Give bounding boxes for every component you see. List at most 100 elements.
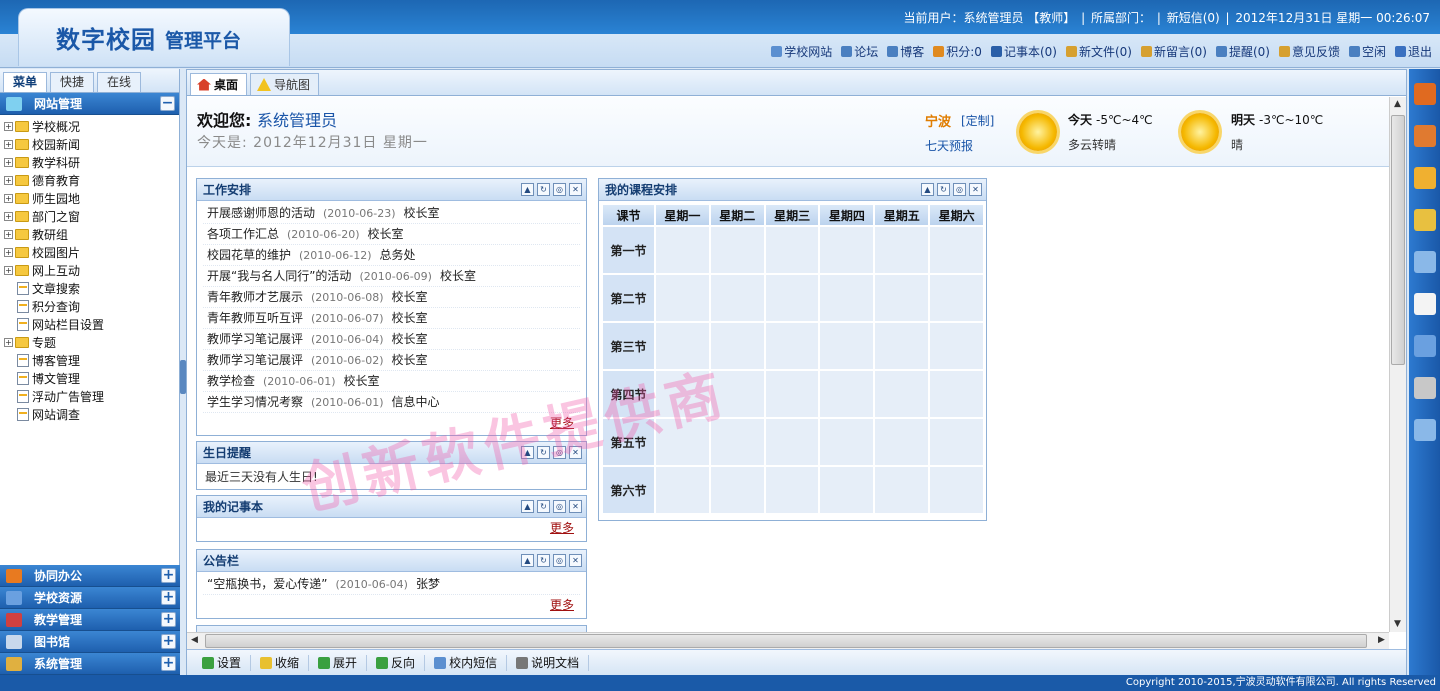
expand-icon[interactable]: +	[4, 229, 13, 239]
list-item[interactable]: 各项工作汇总 (2010-06-20) 校长室	[203, 224, 580, 245]
horizontal-scrollbar[interactable]: ◀ ▶	[187, 632, 1389, 649]
sms-count[interactable]: 新短信(0)	[1167, 11, 1220, 25]
tree-item[interactable]: + 学校概况	[4, 117, 179, 135]
course-cell[interactable]	[763, 369, 821, 419]
vertical-scrollbar[interactable]: ▲ ▼	[1389, 97, 1406, 632]
tree-item[interactable]: 博客管理	[4, 351, 179, 369]
tree-item[interactable]: + 师生园地	[4, 189, 179, 207]
seven-day-forecast-link[interactable]: 七天预报	[925, 137, 973, 154]
course-cell[interactable]	[873, 273, 931, 323]
tab-navigation[interactable]: 导航图	[250, 73, 320, 95]
expand-icon[interactable]: +	[161, 590, 176, 605]
books-icon[interactable]	[1414, 83, 1436, 105]
toolbar-item[interactable]: 新文件(0)	[1065, 43, 1132, 60]
course-cell[interactable]	[928, 321, 985, 371]
collapse-icon[interactable]: ▲	[921, 183, 934, 196]
tree-item[interactable]: 积分查询	[4, 297, 179, 315]
toolbar-item[interactable]: 记事本(0)	[990, 43, 1057, 60]
collapse-icon[interactable]: ▲	[521, 446, 534, 459]
collapse-icon[interactable]: ▲	[521, 554, 534, 567]
list-item[interactable]: “空瓶换书，爱心传递” (2010-06-04) 张梦	[203, 574, 580, 595]
collapse-icon[interactable]: ▲	[521, 500, 534, 513]
settings-icon[interactable]: ◎	[553, 183, 566, 196]
tree-item[interactable]: 网站栏目设置	[4, 315, 179, 333]
expand-icon[interactable]: +	[4, 337, 13, 347]
refresh-icon[interactable]: ↻	[537, 446, 550, 459]
list-item[interactable]: 青年教师互听互评 (2010-06-07) 校长室	[203, 308, 580, 329]
section-bar[interactable]: 图书馆 +	[0, 631, 180, 653]
more-link[interactable]: 更多	[550, 416, 574, 430]
course-cell[interactable]	[763, 321, 821, 371]
tree-item[interactable]: + 部门之窗	[4, 207, 179, 225]
course-cell[interactable]	[928, 417, 985, 467]
close-icon[interactable]: ✕	[969, 183, 982, 196]
collapse-icon[interactable]: −	[160, 96, 175, 111]
course-cell[interactable]	[763, 417, 821, 467]
course-cell[interactable]	[818, 225, 876, 275]
weather-customize-link[interactable]: [定制]	[961, 112, 994, 129]
list-item[interactable]: 开展感谢师恩的活动 (2010-06-23) 校长室	[203, 203, 580, 224]
course-cell[interactable]	[654, 273, 711, 323]
scroll-thumb[interactable]	[1391, 115, 1405, 365]
tab-shortcut[interactable]: 快捷	[50, 72, 94, 92]
section-bar[interactable]: 教学管理 +	[0, 609, 180, 631]
scroll-up-icon[interactable]: ▲	[1390, 97, 1405, 112]
course-cell[interactable]	[928, 369, 985, 419]
course-cell[interactable]	[708, 225, 766, 275]
expand-icon[interactable]: +	[4, 157, 13, 167]
course-cell[interactable]	[873, 321, 931, 371]
expand-icon[interactable]: +	[4, 265, 13, 275]
course-cell[interactable]	[708, 417, 766, 467]
tab-desktop[interactable]: 桌面	[190, 73, 248, 95]
close-icon[interactable]: ✕	[569, 500, 582, 513]
scroll-down-icon[interactable]: ▼	[1390, 617, 1405, 632]
tree-item[interactable]: + 网上互动	[4, 261, 179, 279]
expand-icon[interactable]: +	[4, 211, 13, 221]
course-cell[interactable]	[818, 321, 876, 371]
tree-item[interactable]: + 专题	[4, 333, 179, 351]
toolbar-item[interactable]: 提醒(0)	[1215, 43, 1270, 60]
course-cell[interactable]	[654, 369, 711, 419]
bottom-toolbar-button[interactable]: 展开	[309, 654, 368, 671]
section-bar[interactable]: 协同办公 +	[0, 565, 180, 587]
refresh-icon[interactable]: ↻	[537, 500, 550, 513]
expand-icon[interactable]: +	[4, 121, 13, 131]
refresh-icon[interactable]: ↻	[537, 554, 550, 567]
scroll-left-icon[interactable]: ◀	[187, 633, 202, 648]
close-icon[interactable]: ✕	[569, 183, 582, 196]
tab-menu[interactable]: 菜单	[3, 72, 47, 92]
toolbar-item[interactable]: 意见反馈	[1278, 43, 1340, 60]
list-item[interactable]: 教师学习笔记展评 (2010-06-04) 校长室	[203, 329, 580, 350]
course-cell[interactable]	[873, 225, 931, 275]
bottom-toolbar-button[interactable]: 设置	[193, 654, 252, 671]
course-cell[interactable]	[763, 465, 821, 515]
refresh-icon[interactable]: ↻	[537, 183, 550, 196]
pencil-icon[interactable]	[1414, 167, 1436, 189]
bottom-toolbar-button[interactable]: 说明文档	[507, 654, 590, 671]
toolbar-item[interactable]: 新留言(0)	[1140, 43, 1207, 60]
section-bar[interactable]: 学校资源 +	[0, 587, 180, 609]
expand-icon[interactable]: +	[161, 612, 176, 627]
collapse-icon[interactable]: ▲	[521, 183, 534, 196]
tree-item[interactable]: + 德育教育	[4, 171, 179, 189]
course-cell[interactable]	[708, 321, 766, 371]
section-website-management[interactable]: 网站管理 −	[0, 93, 179, 115]
tree-item[interactable]: + 教研组	[4, 225, 179, 243]
course-cell[interactable]	[654, 225, 711, 275]
expand-icon[interactable]: +	[4, 175, 13, 185]
tree-item[interactable]: 文章搜索	[4, 279, 179, 297]
course-cell[interactable]	[818, 273, 876, 323]
toolbar-item[interactable]: 论坛	[841, 43, 878, 60]
settings-icon[interactable]: ◎	[553, 446, 566, 459]
toolbar-item[interactable]: 学校网站	[771, 43, 832, 60]
scroll-right-icon[interactable]: ▶	[1374, 633, 1389, 648]
settings-icon[interactable]: ◎	[553, 500, 566, 513]
tab-online[interactable]: 在线	[97, 72, 141, 92]
user-icon[interactable]	[1414, 251, 1436, 273]
download-icon[interactable]	[1414, 335, 1436, 357]
course-cell[interactable]	[873, 417, 931, 467]
expand-icon[interactable]: +	[161, 568, 176, 583]
tree-item[interactable]: 博文管理	[4, 369, 179, 387]
tree-item[interactable]: + 校园新闻	[4, 135, 179, 153]
course-cell[interactable]	[818, 465, 876, 515]
